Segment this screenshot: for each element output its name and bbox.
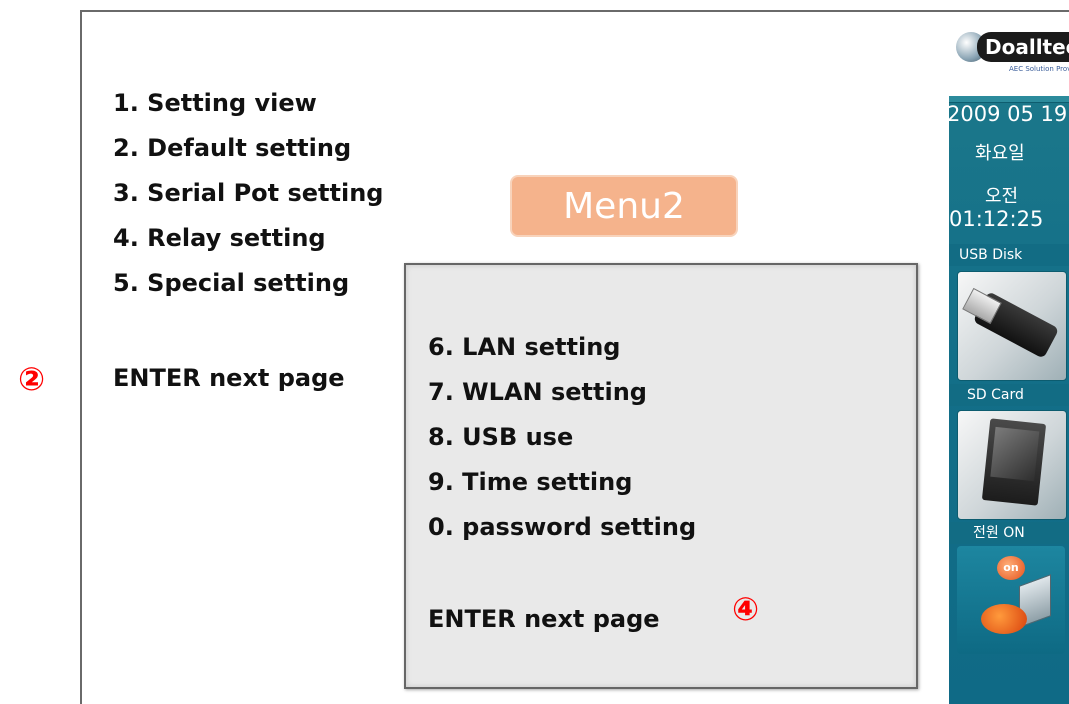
logo-text: Doalltech <box>977 32 1069 62</box>
usb-disk-button[interactable] <box>957 271 1067 381</box>
menu2-enter-next-page[interactable]: ENTER next page <box>428 605 660 633</box>
menu-item-relay-setting[interactable]: 4. Relay setting <box>113 222 383 267</box>
menu-item-setting-view[interactable]: 1. Setting view <box>113 87 383 132</box>
menu-item-password-setting[interactable]: 0. password setting <box>428 511 696 556</box>
menu-item-usb-use[interactable]: 8. USB use <box>428 421 696 466</box>
usb-disk-label: USB Disk <box>949 244 1069 266</box>
menu1-enter-next-page[interactable]: ENTER next page <box>113 364 345 392</box>
menu2-popup: 6. LAN setting 7. WLAN setting 8. USB us… <box>404 263 918 689</box>
menu-item-default-setting[interactable]: 2. Default setting <box>113 132 383 177</box>
clock-date: 2009 05 19 <box>949 102 1068 126</box>
power-on-badge: on <box>997 556 1025 580</box>
clock-panel: 2009 05 19 화요일 오전 01:12:25 <box>949 102 1069 260</box>
logo-tagline: AEC Solution Provider <box>1009 65 1069 73</box>
menu-item-lan-setting[interactable]: 6. LAN setting <box>428 331 696 376</box>
clock-weekday: 화요일 <box>975 143 1025 164</box>
menu-item-wlan-setting[interactable]: 7. WLAN setting <box>428 376 696 421</box>
menu2-title-badge: Menu2 <box>510 175 738 237</box>
annotation-marker-2: ② <box>18 360 46 398</box>
plug-icon <box>981 604 1027 634</box>
power-label: 전원 ON <box>949 522 1069 544</box>
clock-ampm: 오전 <box>985 186 1019 207</box>
status-sidebar: Doalltech AEC Solution Provider 2009 05 … <box>949 22 1069 704</box>
annotation-marker-4: ④ <box>732 590 760 628</box>
menu-item-special-setting[interactable]: 5. Special setting <box>113 267 383 312</box>
sd-card-icon <box>981 418 1047 506</box>
clock-time: 01:12:25 <box>949 207 1044 231</box>
menu2-list: 6. LAN setting 7. WLAN setting 8. USB us… <box>428 331 696 556</box>
menu-item-time-setting[interactable]: 9. Time setting <box>428 466 696 511</box>
power-button[interactable]: on <box>957 546 1065 654</box>
sd-card-label: SD Card <box>949 384 1069 406</box>
logo: Doalltech AEC Solution Provider <box>949 22 1069 96</box>
menu-item-serial-pot-setting[interactable]: 3. Serial Pot setting <box>113 177 383 222</box>
sd-card-button[interactable] <box>957 410 1067 520</box>
menu1-list: 1. Setting view 2. Default setting 3. Se… <box>113 87 383 312</box>
